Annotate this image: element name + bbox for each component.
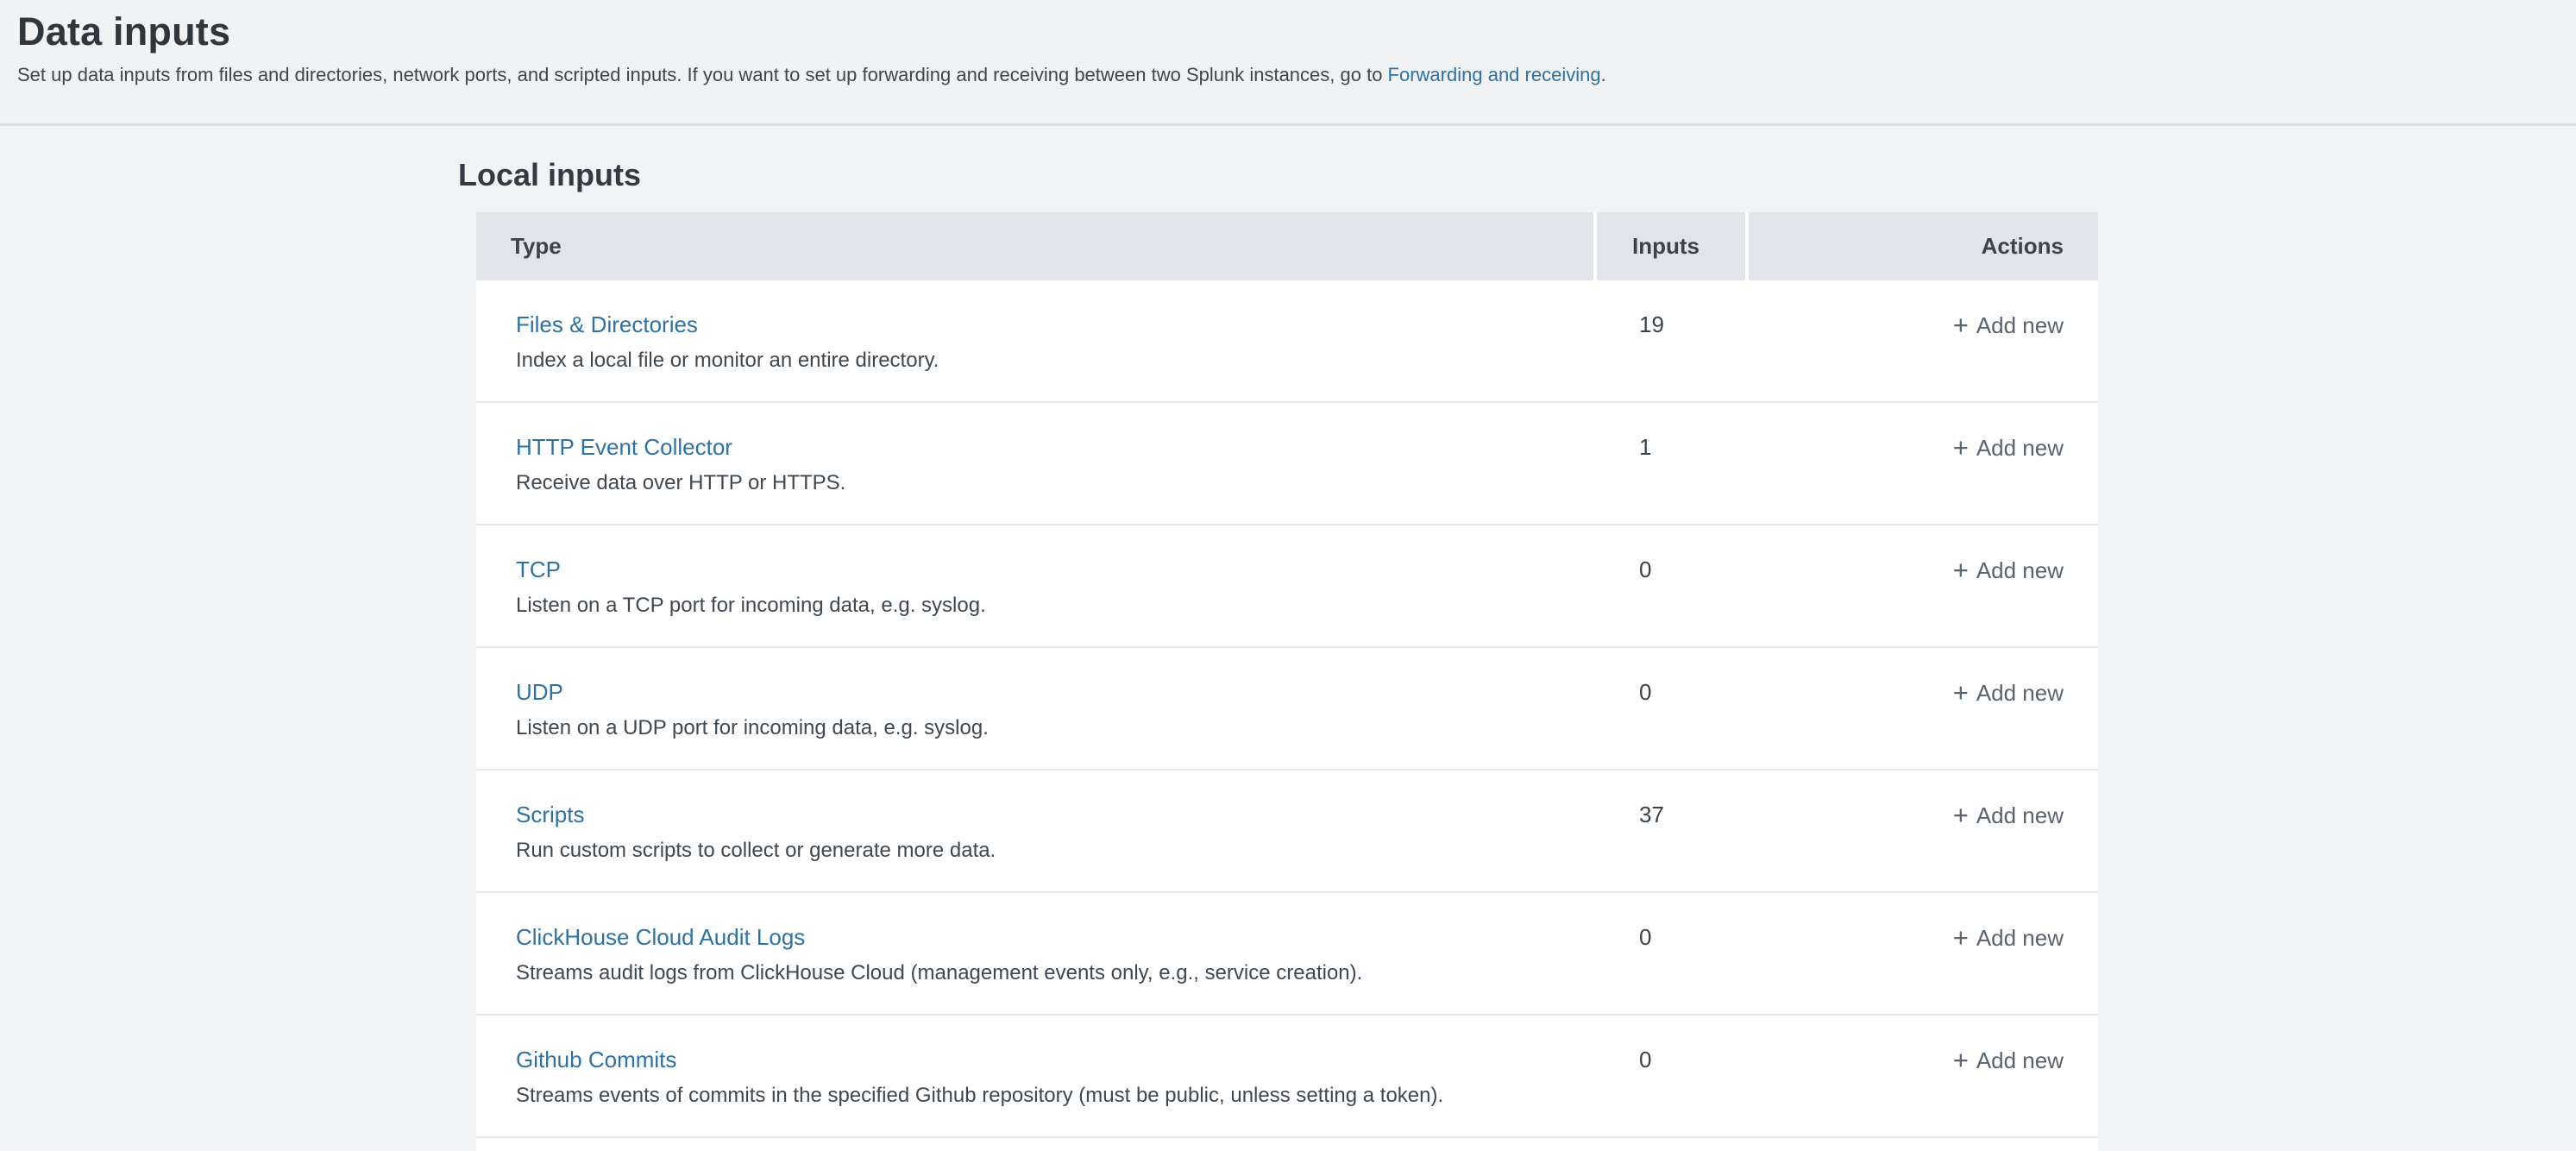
add-new-link[interactable]: + Add new [1953,677,2064,708]
inputs-count: 37 [1597,770,1749,891]
table-row-udp: UDP Listen on a UDP port for incoming da… [476,648,2098,770]
type-description: Listen on a UDP port for incoming data, … [516,715,1597,741]
github-commits-link[interactable]: Github Commits [516,1047,676,1072]
type-description: Run custom scripts to collect or generat… [516,838,1597,864]
inputs-count: 0 [1597,893,1749,1014]
inputs-count: 0 [1597,1016,1749,1136]
column-header-type: Type [476,212,1593,280]
plus-icon: + [1953,555,1969,585]
type-cell: ClickHouse Cloud Audit Logs Streams audi… [476,893,1597,1014]
files-directories-link[interactable]: Files & Directories [516,311,698,337]
column-header-actions: Actions [1749,212,2098,280]
add-new-label: Add new [1976,1047,2064,1073]
inputs-count: 19 [1597,280,1749,401]
inputs-count: 0 [1597,525,1749,646]
local-inputs-heading: Local inputs [458,156,641,194]
inputs-count: 1 [1597,403,1749,524]
content-area: Local inputs Type Inputs Actions Files &… [0,129,2576,1151]
actions-cell: + Add new [1749,525,2098,646]
plus-icon: + [1953,800,1969,830]
type-cell: TCP Listen on a TCP port for incoming da… [476,525,1597,646]
plus-icon: + [1953,310,1969,340]
actions-cell: + Add new [1749,770,2098,891]
type-cell: UDP Listen on a UDP port for incoming da… [476,648,1597,769]
add-new-label: Add new [1976,435,2064,461]
table-row-github-commits: Github Commits Streams events of commits… [476,1016,2098,1138]
table-row-scripts: Scripts Run custom scripts to collect or… [476,770,2098,893]
actions-cell: + Add new [1749,893,2098,1014]
page-header: Data inputs Set up data inputs from file… [0,0,2576,126]
scripts-link[interactable]: Scripts [516,802,584,827]
subtitle-period: . [1601,64,1606,85]
plus-icon: + [1953,432,1969,462]
type-cell: HTTP Event Collector Receive data over H… [476,403,1597,524]
type-cell: Scripts Run custom scripts to collect or… [476,770,1597,891]
add-new-label: Add new [1976,557,2064,583]
plus-icon: + [1953,677,1969,708]
page-title: Data inputs [17,7,230,57]
subtitle-text: Set up data inputs from files and direct… [17,64,1388,85]
table-row-http-event-collector: HTTP Event Collector Receive data over H… [476,403,2098,525]
add-new-link[interactable]: + Add new [1953,1045,2064,1075]
next-row-partial [476,1138,2098,1151]
table-row-tcp: TCP Listen on a TCP port for incoming da… [476,525,2098,648]
plus-icon: + [1953,1045,1969,1075]
plus-icon: + [1953,922,1969,953]
clickhouse-cloud-audit-logs-link[interactable]: ClickHouse Cloud Audit Logs [516,924,805,950]
type-description: Streams audit logs from ClickHouse Cloud… [516,960,1597,986]
column-header-inputs: Inputs [1597,212,1745,280]
add-new-link[interactable]: + Add new [1953,310,2064,340]
type-description: Listen on a TCP port for incoming data, … [516,593,1597,619]
add-new-label: Add new [1976,312,2064,338]
type-description: Streams events of commits in the specifi… [516,1083,1597,1109]
type-description: Receive data over HTTP or HTTPS. [516,470,1597,496]
add-new-label: Add new [1976,802,2064,828]
add-new-link[interactable]: + Add new [1953,800,2064,830]
type-description: Index a local file or monitor an entire … [516,348,1597,374]
add-new-link[interactable]: + Add new [1953,432,2064,462]
udp-link[interactable]: UDP [516,679,563,705]
inputs-count: 0 [1597,648,1749,769]
local-inputs-table: Type Inputs Actions Files & Directories … [476,212,2098,1151]
actions-cell: + Add new [1749,280,2098,401]
table-row-clickhouse-cloud-audit-logs: ClickHouse Cloud Audit Logs Streams audi… [476,893,2098,1016]
add-new-label: Add new [1976,925,2064,951]
table-row-files-directories: Files & Directories Index a local file o… [476,280,2098,403]
type-cell: Files & Directories Index a local file o… [476,280,1597,401]
add-new-link[interactable]: + Add new [1953,555,2064,585]
tcp-link[interactable]: TCP [516,557,561,582]
type-cell: Github Commits Streams events of commits… [476,1016,1597,1136]
http-event-collector-link[interactable]: HTTP Event Collector [516,434,732,460]
actions-cell: + Add new [1749,403,2098,524]
actions-cell: + Add new [1749,648,2098,769]
forwarding-and-receiving-link[interactable]: Forwarding and receiving [1388,64,1601,85]
actions-cell: + Add new [1749,1016,2098,1136]
page-subtitle: Set up data inputs from files and direct… [17,62,1606,88]
table-header-row: Type Inputs Actions [476,212,2098,280]
add-new-label: Add new [1976,680,2064,706]
add-new-link[interactable]: + Add new [1953,922,2064,953]
